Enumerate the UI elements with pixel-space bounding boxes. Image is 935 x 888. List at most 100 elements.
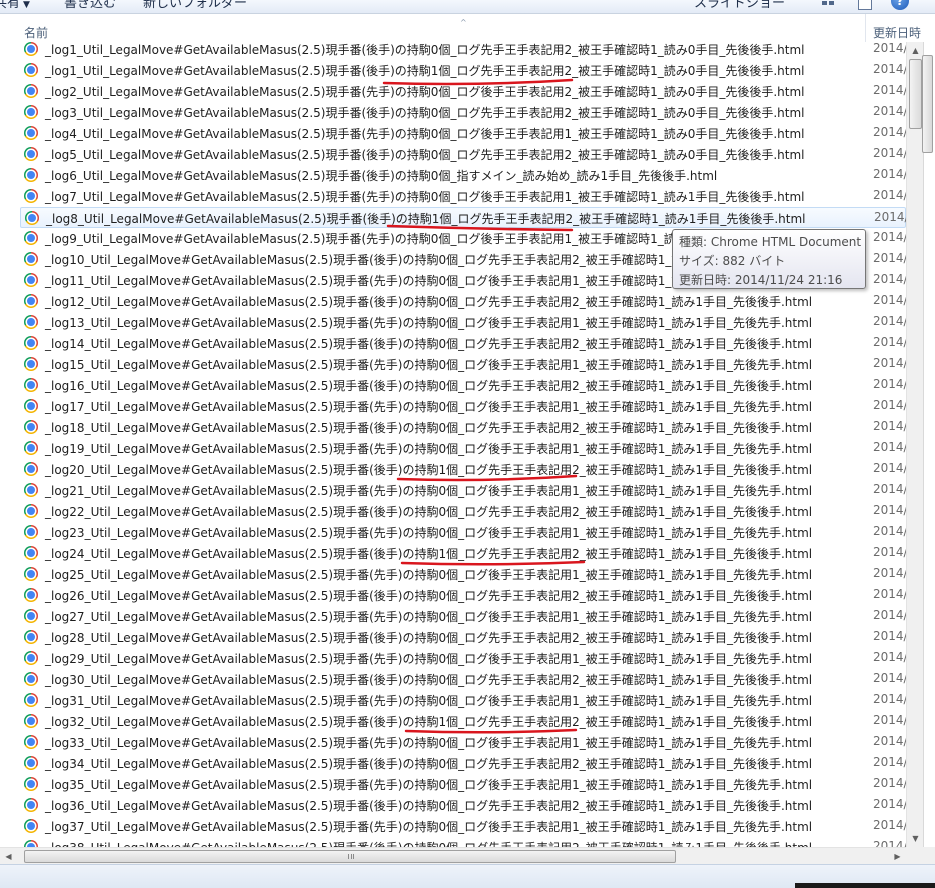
chrome-html-file-icon — [24, 399, 38, 413]
file-row[interactable]: _log33_Util_LegalMove#GetAvailableMasus(… — [20, 732, 906, 753]
file-date: 2014/11/24 21:16 — [874, 210, 906, 224]
file-row[interactable]: _log16_Util_LegalMove#GetAvailableMasus(… — [20, 375, 906, 396]
file-row[interactable]: _log6_Util_LegalMove#GetAvailableMasus(2… — [20, 165, 906, 186]
file-row[interactable]: _log13_Util_LegalMove#GetAvailableMasus(… — [20, 312, 906, 333]
file-row[interactable]: _log1_Util_LegalMove#GetAvailableMasus(2… — [20, 60, 906, 81]
file-row[interactable]: _log21_Util_LegalMove#GetAvailableMasus(… — [20, 480, 906, 501]
slideshow-button[interactable]: スライドショー — [694, 0, 785, 13]
file-date: 2014/11/24 21:16 — [873, 671, 906, 685]
file-row[interactable]: _log27_Util_LegalMove#GetAvailableMasus(… — [20, 606, 906, 627]
scrollbar-corner — [906, 847, 935, 864]
file-date: 2014/11/24 21:16 — [873, 734, 906, 748]
file-name: _log24_Util_LegalMove#GetAvailableMasus(… — [45, 547, 813, 561]
chrome-html-file-icon — [24, 84, 38, 98]
file-row[interactable]: _log23_Util_LegalMove#GetAvailableMasus(… — [20, 522, 906, 543]
file-name: _log21_Util_LegalMove#GetAvailableMasus(… — [45, 484, 813, 498]
column-header: 名前 ^ 更新日時 — [0, 14, 935, 42]
chrome-html-file-icon — [24, 462, 38, 476]
preview-pane-icon[interactable] — [858, 0, 872, 10]
new-folder-label: 新しいフォルダー — [143, 0, 248, 11]
vertical-scroll-thumb[interactable] — [909, 59, 922, 129]
chrome-html-file-icon — [24, 546, 38, 560]
chrome-html-file-icon — [24, 168, 38, 182]
scroll-left-icon[interactable]: ◀ — [0, 848, 17, 865]
file-name: _log32_Util_LegalMove#GetAvailableMasus(… — [45, 715, 813, 729]
share-menu[interactable]: 共有▼ — [0, 0, 30, 13]
file-row[interactable]: _log34_Util_LegalMove#GetAvailableMasus(… — [20, 753, 906, 774]
file-name: _log34_Util_LegalMove#GetAvailableMasus(… — [45, 757, 813, 771]
file-row[interactable]: _log18_Util_LegalMove#GetAvailableMasus(… — [20, 417, 906, 438]
file-row[interactable]: _log14_Util_LegalMove#GetAvailableMasus(… — [20, 333, 906, 354]
file-name: _log7_Util_LegalMove#GetAvailableMasus(2… — [45, 190, 805, 204]
burn-button[interactable]: 書き込む — [64, 0, 116, 13]
file-date: 2014/11/24 21:16 — [873, 629, 906, 643]
file-row[interactable]: _log15_Util_LegalMove#GetAvailableMasus(… — [20, 354, 906, 375]
file-row[interactable]: _log32_Util_LegalMove#GetAvailableMasus(… — [20, 711, 906, 732]
file-name: _log38_Util_LegalMove#GetAvailableMasus(… — [45, 839, 812, 847]
file-row[interactable]: _log36_Util_LegalMove#GetAvailableMasus(… — [20, 795, 906, 816]
scroll-right-icon[interactable]: ▶ — [889, 848, 906, 865]
file-row[interactable]: _log38_Util_LegalMove#GetAvailableMasus(… — [20, 837, 906, 847]
file-date: 2014/11/24 21:16 — [873, 272, 906, 286]
view-options-icon[interactable] — [822, 0, 844, 9]
file-name: _log5_Util_LegalMove#GetAvailableMasus(2… — [45, 148, 805, 162]
file-row[interactable]: _log29_Util_LegalMove#GetAvailableMasus(… — [20, 648, 906, 669]
file-row[interactable]: _log17_Util_LegalMove#GetAvailableMasus(… — [20, 396, 906, 417]
file-row[interactable]: _log30_Util_LegalMove#GetAvailableMasus(… — [20, 669, 906, 690]
file-row[interactable]: _log31_Util_LegalMove#GetAvailableMasus(… — [20, 690, 906, 711]
chrome-html-file-icon — [24, 252, 38, 266]
chrome-html-file-icon — [24, 357, 38, 371]
file-date: 2014/11/24 21:16 — [873, 776, 906, 790]
file-row[interactable]: _log5_Util_LegalMove#GetAvailableMasus(2… — [20, 144, 906, 165]
file-name: _log15_Util_LegalMove#GetAvailableMasus(… — [45, 358, 813, 372]
file-name: _log16_Util_LegalMove#GetAvailableMasus(… — [45, 379, 813, 393]
file-name: _log25_Util_LegalMove#GetAvailableMasus(… — [45, 568, 813, 582]
file-row[interactable]: _log35_Util_LegalMove#GetAvailableMasus(… — [20, 774, 906, 795]
file-row[interactable]: _log26_Util_LegalMove#GetAvailableMasus(… — [20, 585, 906, 606]
horizontal-scrollbar[interactable]: ◀ ▶ — [0, 847, 906, 864]
name-column-header[interactable]: 名前 ^ — [24, 14, 866, 42]
file-row[interactable]: _log7_Util_LegalMove#GetAvailableMasus(2… — [20, 186, 906, 207]
file-name: _log27_Util_LegalMove#GetAvailableMasus(… — [45, 610, 813, 624]
file-row[interactable]: _log8_Util_LegalMove#GetAvailableMasus(2… — [20, 207, 906, 228]
date-column-header[interactable]: 更新日時 — [873, 24, 921, 41]
sort-ascending-icon: ^ — [460, 18, 467, 27]
help-icon[interactable]: ? — [891, 0, 909, 10]
file-date: 2014/11/24 21:16 — [873, 188, 906, 202]
file-row[interactable]: _log24_Util_LegalMove#GetAvailableMasus(… — [20, 543, 906, 564]
file-name: _log8_Util_LegalMove#GetAvailableMasus(2… — [46, 212, 806, 226]
horizontal-scroll-thumb[interactable] — [24, 850, 676, 863]
file-row[interactable]: _log28_Util_LegalMove#GetAvailableMasus(… — [20, 627, 906, 648]
file-row[interactable]: _log25_Util_LegalMove#GetAvailableMasus(… — [20, 564, 906, 585]
file-row[interactable]: _log12_Util_LegalMove#GetAvailableMasus(… — [20, 291, 906, 312]
new-folder-button[interactable]: 新しいフォルダー — [143, 0, 248, 13]
file-name: _log13_Util_LegalMove#GetAvailableMasus(… — [45, 316, 813, 330]
file-date: 2014/11/24 21:16 — [873, 713, 906, 727]
file-row[interactable]: _log1_Util_LegalMove#GetAvailableMasus(2… — [20, 42, 906, 60]
file-name: _log30_Util_LegalMove#GetAvailableMasus(… — [45, 673, 813, 687]
file-name: _log36_Util_LegalMove#GetAvailableMasus(… — [45, 799, 813, 813]
file-row[interactable]: _log3_Util_LegalMove#GetAvailableMasus(2… — [20, 102, 906, 123]
file-row[interactable]: _log2_Util_LegalMove#GetAvailableMasus(2… — [20, 81, 906, 102]
file-row[interactable]: _log19_Util_LegalMove#GetAvailableMasus(… — [20, 438, 906, 459]
file-name: _log12_Util_LegalMove#GetAvailableMasus(… — [45, 295, 813, 309]
secondary-scroll-thumb[interactable] — [922, 55, 933, 153]
chrome-html-file-icon — [24, 588, 38, 602]
file-name: _log37_Util_LegalMove#GetAvailableMasus(… — [45, 820, 813, 834]
chrome-html-file-icon — [24, 777, 38, 791]
file-row[interactable]: _log37_Util_LegalMove#GetAvailableMasus(… — [20, 816, 906, 837]
vertical-scrollbar[interactable]: ▲ ▼ — [906, 42, 923, 847]
file-date: 2014/11/24 21:16 — [873, 293, 906, 307]
file-row[interactable]: _log4_Util_LegalMove#GetAvailableMasus(2… — [20, 123, 906, 144]
file-date: 2014/11/24 21:16 — [873, 755, 906, 769]
file-name: _log6_Util_LegalMove#GetAvailableMasus(2… — [45, 169, 718, 183]
chrome-html-file-icon — [24, 840, 38, 847]
file-date: 2014/11/24 21:16 — [873, 692, 906, 706]
file-name: _log22_Util_LegalMove#GetAvailableMasus(… — [45, 505, 813, 519]
file-name: _log18_Util_LegalMove#GetAvailableMasus(… — [45, 421, 813, 435]
file-row[interactable]: _log22_Util_LegalMove#GetAvailableMasus(… — [20, 501, 906, 522]
chrome-html-file-icon — [24, 504, 38, 518]
chrome-html-file-icon — [24, 42, 38, 56]
file-row[interactable]: _log20_Util_LegalMove#GetAvailableMasus(… — [20, 459, 906, 480]
scroll-down-icon[interactable]: ▼ — [907, 830, 924, 847]
